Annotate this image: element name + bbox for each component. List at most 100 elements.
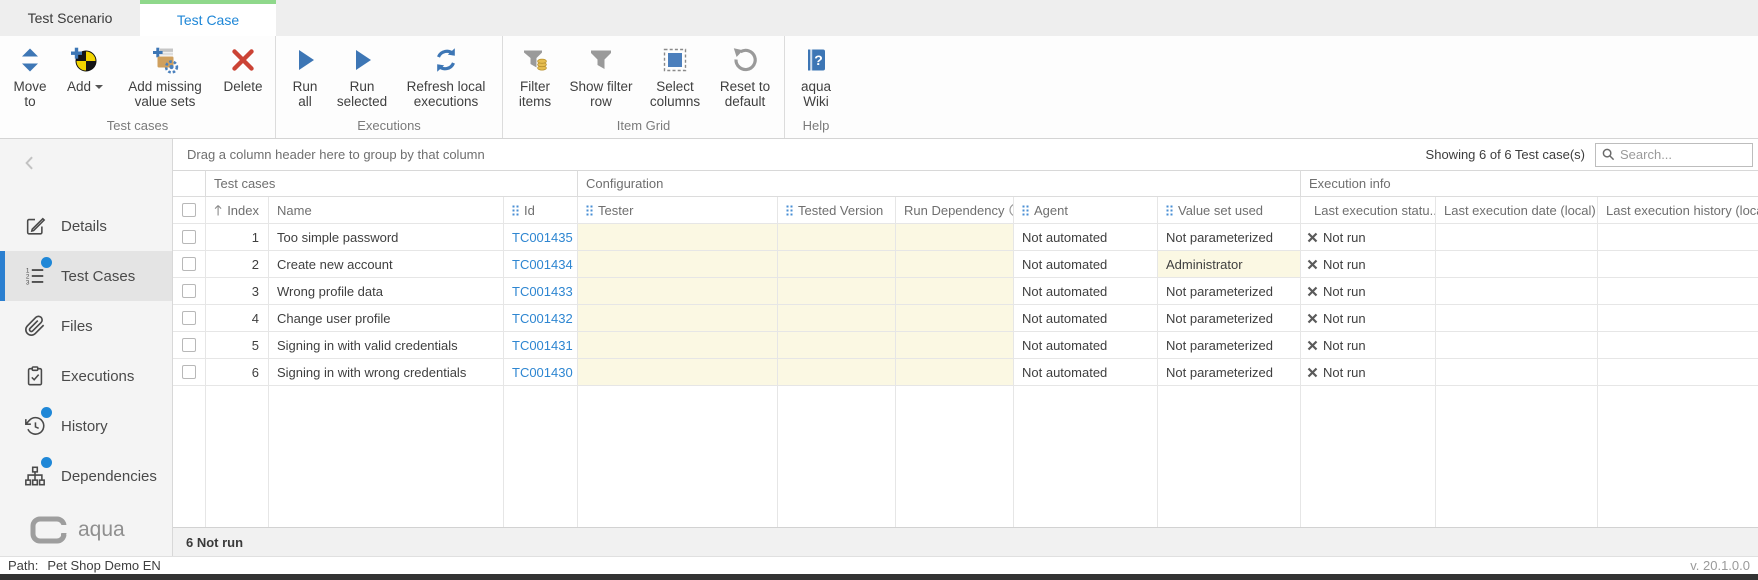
row-checkbox[interactable]: [182, 365, 196, 379]
row-checkbox-cell[interactable]: [173, 305, 206, 332]
sidebar-item-executions[interactable]: Executions: [0, 351, 172, 401]
last-exec-history-cell: [1598, 359, 1758, 386]
tester-cell[interactable]: [578, 332, 778, 359]
select-columns-icon: [661, 44, 689, 76]
not-run-x-icon: [1307, 367, 1318, 378]
column-header-tested-version[interactable]: Tested Version: [778, 197, 896, 224]
sidebar-item-details[interactable]: Details: [0, 201, 172, 251]
select-columns-button[interactable]: Select columns: [641, 41, 709, 112]
id-link[interactable]: TC001435: [504, 224, 578, 251]
sidebar-item-files[interactable]: Files: [0, 301, 172, 351]
column-header-name[interactable]: Name: [269, 197, 504, 224]
column-header-last-execution-status[interactable]: Last execution statu...: [1301, 197, 1436, 224]
tab-test-scenario[interactable]: Test Scenario: [0, 0, 140, 36]
band-empty: [173, 170, 206, 197]
name-cell[interactable]: Signing in with wrong credentials: [269, 359, 504, 386]
column-header-agent[interactable]: Agent: [1014, 197, 1158, 224]
column-header-last-execution-history[interactable]: Last execution history (local): [1598, 197, 1758, 224]
add-icon: [70, 44, 100, 76]
reset-to-default-button[interactable]: Reset to default: [712, 41, 778, 112]
column-header-tester[interactable]: Tester: [578, 197, 778, 224]
agent-cell: Not automated: [1014, 332, 1158, 359]
value-set-cell: Not parameterized: [1158, 278, 1301, 305]
row-checkbox[interactable]: [182, 284, 196, 298]
row-checkbox[interactable]: [182, 230, 196, 244]
row-checkbox-cell[interactable]: [173, 359, 206, 386]
column-header-run-dependency[interactable]: Run Dependency ?: [896, 197, 1014, 224]
tested-version-cell[interactable]: [778, 305, 896, 332]
run-dependency-cell[interactable]: [896, 224, 1014, 251]
run-all-button[interactable]: Run all: [282, 41, 328, 112]
tester-cell[interactable]: [578, 251, 778, 278]
run-selected-button[interactable]: Run selected: [331, 41, 393, 112]
value-set-cell: Not parameterized: [1158, 332, 1301, 359]
filter-items-button[interactable]: Filter items: [509, 41, 561, 112]
tested-version-cell[interactable]: [778, 224, 896, 251]
group-by-bar[interactable]: Drag a column header here to group by th…: [173, 139, 1758, 170]
tested-version-cell[interactable]: [778, 359, 896, 386]
tester-cell[interactable]: [578, 278, 778, 305]
column-header-value-set-used[interactable]: Value set used: [1158, 197, 1301, 224]
index-cell: 3: [206, 278, 269, 305]
tester-cell[interactable]: [578, 305, 778, 332]
last-exec-history-cell: [1598, 278, 1758, 305]
id-link[interactable]: TC001433: [504, 278, 578, 305]
name-cell[interactable]: Wrong profile data: [269, 278, 504, 305]
row-checkbox[interactable]: [182, 311, 196, 325]
name-cell[interactable]: Create new account: [269, 251, 504, 278]
sidebar-collapse-button[interactable]: [0, 139, 172, 187]
id-link[interactable]: TC001431: [504, 332, 578, 359]
group-by-hint: Drag a column header here to group by th…: [187, 147, 485, 162]
id-link[interactable]: TC001434: [504, 251, 578, 278]
row-checkbox[interactable]: [182, 257, 196, 271]
add-button[interactable]: Add: [57, 41, 113, 97]
badge-dot: [41, 457, 52, 468]
run-dependency-cell[interactable]: [896, 305, 1014, 332]
last-exec-date-cell: [1436, 224, 1598, 251]
search-input[interactable]: [1620, 147, 1730, 162]
sitemap-icon: [23, 464, 47, 488]
search-box[interactable]: [1595, 143, 1753, 167]
row-checkbox[interactable]: [182, 338, 196, 352]
index-cell: 6: [206, 359, 269, 386]
row-checkbox-cell[interactable]: [173, 332, 206, 359]
row-checkbox-cell[interactable]: [173, 251, 206, 278]
row-checkbox-cell[interactable]: [173, 278, 206, 305]
run-dependency-cell[interactable]: [896, 278, 1014, 305]
sort-asc-icon: [214, 204, 222, 217]
last-exec-date-cell: [1436, 332, 1598, 359]
refresh-local-executions-button[interactable]: Refresh local executions: [396, 41, 496, 112]
tester-cell[interactable]: [578, 359, 778, 386]
run-dependency-cell[interactable]: [896, 251, 1014, 278]
agent-cell: Not automated: [1014, 251, 1158, 278]
id-link[interactable]: TC001432: [504, 305, 578, 332]
tester-cell[interactable]: [578, 224, 778, 251]
column-header-index[interactable]: Index: [206, 197, 269, 224]
sidebar-item-history[interactable]: History: [0, 401, 172, 451]
column-header-id[interactable]: Id: [504, 197, 578, 224]
column-header-last-execution-date[interactable]: Last execution date (local): [1436, 197, 1598, 224]
name-cell[interactable]: Signing in with valid credentials: [269, 332, 504, 359]
name-cell[interactable]: Change user profile: [269, 305, 504, 332]
tested-version-cell[interactable]: [778, 332, 896, 359]
row-checkbox-cell[interactable]: [173, 224, 206, 251]
sidebar-item-test-cases[interactable]: 123 Test Cases: [0, 251, 172, 301]
not-run-x-icon: [1307, 286, 1318, 297]
tab-test-case[interactable]: Test Case: [140, 0, 276, 36]
select-all-checkbox[interactable]: [182, 203, 196, 217]
show-filter-row-button[interactable]: Show filter row: [564, 41, 638, 112]
sidebar-item-dependencies[interactable]: Dependencies: [0, 451, 172, 501]
delete-button[interactable]: Delete: [217, 41, 269, 97]
tested-version-cell[interactable]: [778, 278, 896, 305]
value-set-cell: Not parameterized: [1158, 305, 1301, 332]
add-missing-value-sets-button[interactable]: Add missing value sets: [116, 41, 214, 112]
id-link[interactable]: TC001430: [504, 359, 578, 386]
run-dependency-cell[interactable]: [896, 332, 1014, 359]
move-to-button[interactable]: Move to: [6, 41, 54, 112]
aqua-wiki-button[interactable]: ? aqua Wiki: [791, 41, 841, 112]
select-all-checkbox-cell[interactable]: [173, 197, 206, 224]
name-cell[interactable]: Too simple password: [269, 224, 504, 251]
tested-version-cell[interactable]: [778, 251, 896, 278]
search-icon: [1602, 148, 1615, 161]
run-dependency-cell[interactable]: [896, 359, 1014, 386]
